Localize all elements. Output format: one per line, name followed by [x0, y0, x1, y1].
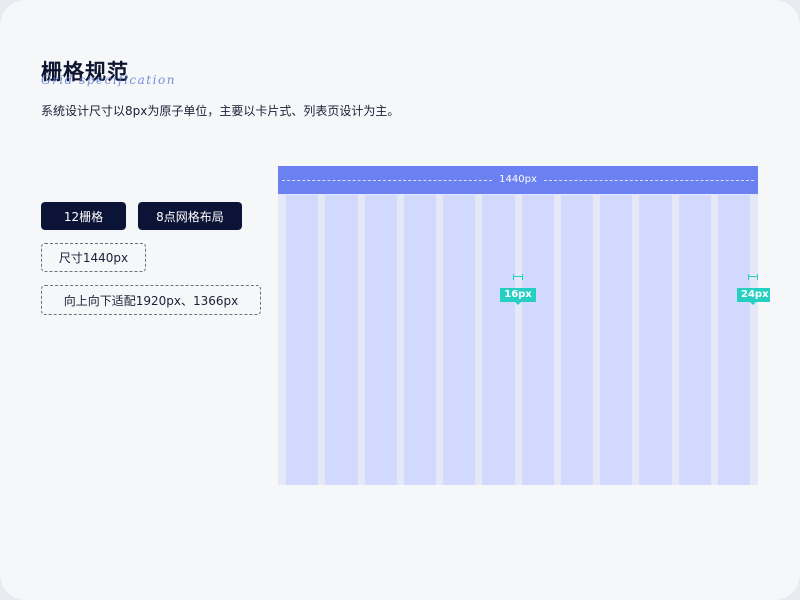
gutter-measure-label: 16px: [500, 288, 536, 302]
grid-column: [600, 195, 633, 485]
grid-column: [560, 195, 593, 485]
gutter-measure-arrow: [515, 302, 521, 305]
grid-width-bar: 1440px: [278, 166, 758, 194]
page-description: 系统设计尺寸以8px为原子单位，主要以卡片式、列表页设计为主。: [41, 104, 400, 118]
grid-column: [286, 195, 319, 485]
grid-width-label: 1440px: [496, 174, 540, 185]
tag-12-grid: 12栅格: [41, 202, 126, 230]
grid-column: [482, 195, 515, 485]
grid-column: [521, 195, 554, 485]
tag-adaptation: 向上向下适配1920px、1366px: [41, 285, 261, 315]
grid-column: [443, 195, 476, 485]
grid-column: [364, 195, 397, 485]
grid-column: [678, 195, 711, 485]
margin-measure-arrow: [750, 302, 756, 305]
tag-8pt-grid-layout: 8点网格布局: [138, 202, 242, 230]
margin-measure-label: 24px: [737, 288, 770, 302]
grid-width-label-wrap: 1440px: [278, 173, 758, 187]
tag-size: 尺寸1440px: [41, 243, 146, 272]
title-script-subtitle: Grid specification: [41, 73, 176, 87]
grid-illustration: 1440px 16px 24px: [278, 166, 770, 485]
grid-column: [325, 195, 358, 485]
page: 栅格规范 Grid specification 系统设计尺寸以8px为原子单位，…: [0, 0, 800, 600]
grid-column: [403, 195, 436, 485]
grid-column: [639, 195, 672, 485]
margin-measure-tick: [748, 274, 758, 280]
gutter-measure-tick: [513, 274, 523, 280]
grid-column: [717, 195, 750, 485]
